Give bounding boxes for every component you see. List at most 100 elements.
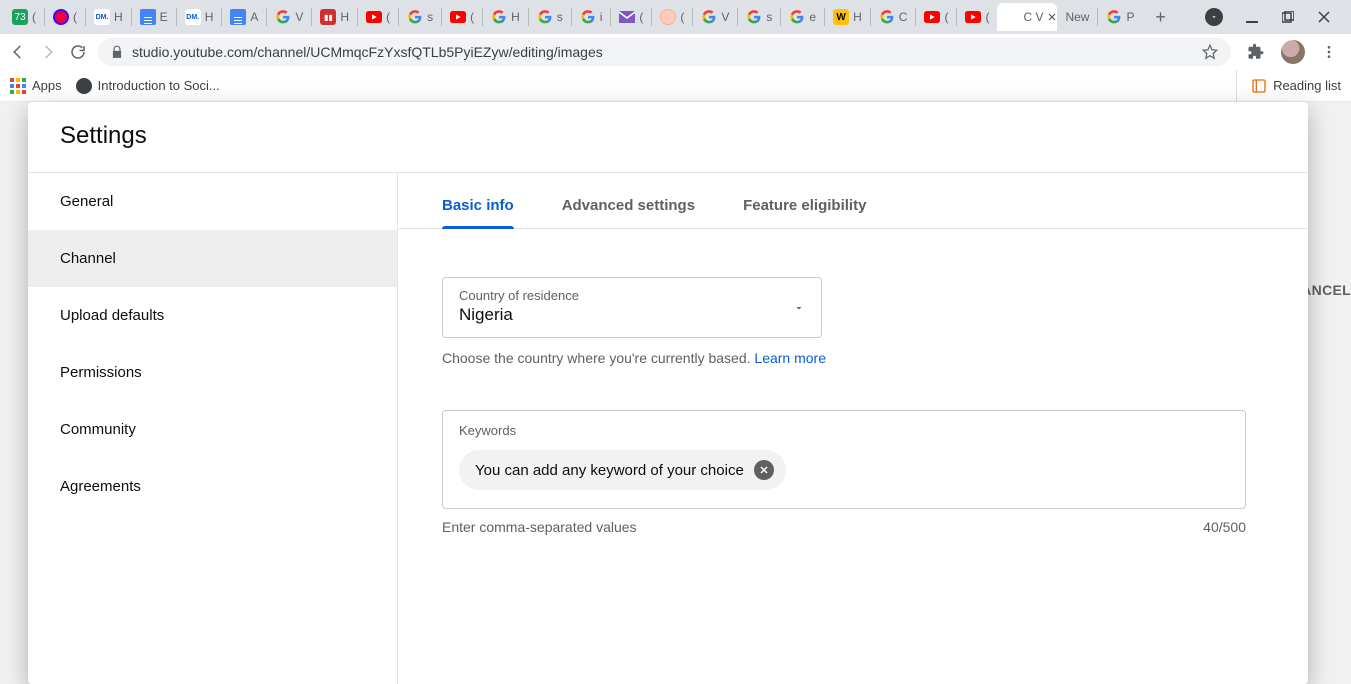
- url-text[interactable]: studio.youtube.com/channel/UCMmqcFzYxsfQ…: [132, 44, 1193, 60]
- sidebar-item-channel[interactable]: Channel: [28, 230, 397, 287]
- tab-search-icon[interactable]: [1205, 8, 1223, 26]
- tab-label: H: [205, 10, 214, 24]
- browser-chrome: 73((DM.HEDM.HAV▮▮H(s(Hsi((VseWHC((C VNew…: [0, 0, 1351, 102]
- browser-tab[interactable]: (: [47, 3, 83, 31]
- profile-avatar[interactable]: [1281, 40, 1305, 64]
- browser-tab[interactable]: E: [134, 3, 174, 31]
- tab-label: C: [899, 10, 908, 24]
- tab-label: i: [600, 10, 603, 24]
- browser-tab[interactable]: (: [959, 3, 995, 31]
- browser-tab[interactable]: i: [574, 3, 609, 31]
- google-favicon: [746, 9, 762, 25]
- sidebar-item-community[interactable]: Community: [28, 401, 397, 458]
- browser-tab[interactable]: s: [740, 3, 778, 31]
- kebab-menu-icon[interactable]: [1321, 44, 1337, 60]
- sidebar-item-permissions[interactable]: Permissions: [28, 344, 397, 401]
- bookmarks-bar: Apps Introduction to Soci... Reading lis…: [0, 70, 1351, 102]
- google-favicon: [537, 9, 553, 25]
- browser-tab[interactable]: H: [485, 3, 526, 31]
- browser-tab[interactable]: s: [531, 3, 569, 31]
- tab-label: P: [1126, 10, 1134, 24]
- google-favicon: [879, 9, 895, 25]
- gdoc-favicon: [140, 9, 156, 25]
- peach-favicon: [660, 9, 676, 25]
- sidebar-item-agreements[interactable]: Agreements: [28, 458, 397, 515]
- url-bar[interactable]: studio.youtube.com/channel/UCMmqcFzYxsfQ…: [98, 38, 1231, 66]
- browser-tab[interactable]: 73(: [6, 3, 42, 31]
- browser-tab[interactable]: DM. H: [88, 3, 129, 31]
- browser-tab[interactable]: V: [269, 3, 309, 31]
- forward-button[interactable]: [38, 42, 58, 62]
- generic-favicon: [1003, 9, 1019, 25]
- tab-advanced-settings[interactable]: Advanced settings: [562, 197, 695, 228]
- tab-label: (: [680, 10, 684, 24]
- learn-more-link[interactable]: Learn more: [754, 350, 826, 366]
- tab-label: (: [73, 10, 77, 24]
- tab-label: A: [250, 10, 258, 24]
- country-helper: Choose the country where you're currentl…: [442, 350, 1264, 366]
- browser-tab[interactable]: (: [613, 3, 649, 31]
- apps-button[interactable]: Apps: [10, 78, 62, 94]
- minimize-icon[interactable]: [1245, 10, 1259, 24]
- remove-chip-icon[interactable]: [754, 460, 774, 480]
- tab-label: (: [386, 10, 390, 24]
- browser-tab[interactable]: WH: [827, 3, 868, 31]
- browser-tab[interactable]: ▮▮H: [314, 3, 355, 31]
- tab-basic-info[interactable]: Basic info: [442, 197, 514, 228]
- star-icon[interactable]: [1201, 43, 1219, 61]
- browser-tab[interactable]: (: [654, 3, 690, 31]
- keyword-chip: You can add any keyword of your choice: [459, 450, 786, 490]
- youtube-favicon: [924, 9, 940, 25]
- apps-label: Apps: [32, 78, 62, 93]
- tab-label: V: [295, 10, 303, 24]
- country-value: Nigeria: [459, 305, 805, 325]
- browser-tab[interactable]: V: [695, 3, 735, 31]
- browser-tab[interactable]: A: [224, 3, 264, 31]
- page-backdrop: CANCEL Settings GeneralChannelUpload def…: [0, 102, 1351, 684]
- modal-title: Settings: [28, 102, 1308, 172]
- tab-label: (: [470, 10, 474, 24]
- browser-tab[interactable]: C: [873, 3, 914, 31]
- address-bar-row: studio.youtube.com/channel/UCMmqcFzYxsfQ…: [0, 34, 1351, 70]
- bookmark-label: Introduction to Soci...: [98, 78, 220, 93]
- tab-label: s: [557, 10, 563, 24]
- tab-label: H: [114, 10, 123, 24]
- tab-label: s: [427, 10, 433, 24]
- maximize-icon[interactable]: [1281, 10, 1295, 24]
- browser-tab[interactable]: New: [1059, 3, 1095, 31]
- sidebar-item-upload-defaults[interactable]: Upload defaults: [28, 287, 397, 344]
- browser-tab[interactable]: C V: [997, 3, 1057, 31]
- wiki-favicon: W: [833, 9, 849, 25]
- country-select[interactable]: Country of residence Nigeria: [442, 277, 822, 338]
- extensions-icon[interactable]: [1247, 43, 1265, 61]
- back-button[interactable]: [8, 42, 28, 62]
- gdoc-favicon: [230, 9, 246, 25]
- settings-modal: Settings GeneralChannelUpload defaultsPe…: [28, 102, 1308, 684]
- keywords-input[interactable]: Keywords You can add any keyword of your…: [442, 410, 1246, 509]
- browser-tab[interactable]: e: [783, 3, 822, 31]
- reading-list-button[interactable]: Reading list: [1236, 70, 1341, 101]
- browser-tab[interactable]: (: [444, 3, 480, 31]
- browser-tab[interactable]: DM.H: [179, 3, 220, 31]
- google-favicon: [789, 9, 805, 25]
- tab-label: New: [1065, 10, 1089, 24]
- browser-tab[interactable]: s: [401, 3, 439, 31]
- browser-tab[interactable]: P: [1100, 3, 1140, 31]
- sidebar-item-general[interactable]: General: [28, 173, 397, 230]
- close-tab-icon[interactable]: [1047, 12, 1057, 22]
- mail-favicon: [619, 9, 635, 25]
- tab-label: H: [340, 10, 349, 24]
- browser-tab[interactable]: (: [918, 3, 954, 31]
- bookmark-item[interactable]: Introduction to Soci...: [76, 78, 220, 94]
- settings-content: Basic info Advanced settings Feature eligi…: [398, 173, 1308, 684]
- tab-strip: 73((DM.HEDM.HAV▮▮H(s(Hsi((VseWHC((C VNew…: [0, 0, 1351, 34]
- new-tab-button[interactable]: +: [1148, 5, 1172, 29]
- dml-favicon: DM.: [94, 9, 110, 25]
- reload-button[interactable]: [68, 42, 88, 62]
- tab-label: H: [853, 10, 862, 24]
- tab-feature-eligibility[interactable]: Feature eligibility: [743, 197, 866, 228]
- browser-tab[interactable]: (: [360, 3, 396, 31]
- close-window-icon[interactable]: [1317, 10, 1331, 24]
- lock-icon: [110, 45, 124, 59]
- brain-favicon: [53, 9, 69, 25]
